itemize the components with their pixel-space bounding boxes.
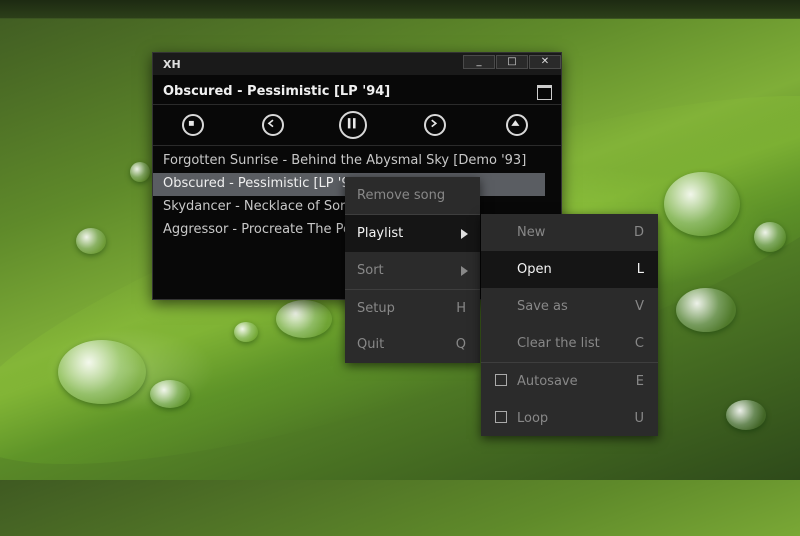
shortcut-key: D: [633, 225, 644, 240]
menu-item-setup[interactable]: Setup H: [345, 290, 480, 327]
mini-mode-icon[interactable]: [537, 85, 552, 100]
shortcut-key: H: [456, 301, 466, 316]
eject-icon: [511, 120, 520, 126]
submenu-item-open[interactable]: Open L: [481, 251, 658, 288]
menu-item-label: Open: [517, 262, 552, 277]
submenu-item-autosave[interactable]: Autosave E: [481, 363, 658, 400]
water-drop: [276, 300, 332, 338]
water-drop: [150, 380, 190, 408]
shortcut-key: V: [635, 299, 644, 314]
menu-item-label: Setup: [357, 301, 395, 316]
stop-icon: [188, 120, 194, 126]
app-name: XH: [163, 58, 181, 71]
stop-button[interactable]: [182, 114, 204, 136]
submenu-arrow-icon: [461, 266, 468, 276]
menu-item-sort[interactable]: Sort: [345, 252, 480, 289]
water-drop: [76, 228, 106, 254]
menu-item-remove-song[interactable]: Remove song: [345, 177, 480, 214]
next-icon: [431, 119, 438, 128]
menu-item-label: Loop: [517, 411, 549, 426]
title-bar[interactable]: XH _ □ ✕: [153, 53, 561, 75]
menu-item-label: Quit: [357, 337, 385, 352]
pause-button[interactable]: [339, 111, 367, 139]
water-drop: [58, 340, 146, 404]
previous-icon: [267, 119, 274, 128]
water-drop: [664, 172, 740, 236]
loop-checkbox[interactable]: [495, 411, 507, 423]
menu-item-label: Playlist: [357, 226, 404, 241]
minimize-button[interactable]: _: [463, 55, 495, 69]
next-button[interactable]: [424, 114, 446, 136]
submenu-item-new[interactable]: New D: [481, 214, 658, 251]
water-drop: [234, 322, 258, 342]
divider: [153, 104, 561, 105]
menu-item-label: New: [517, 225, 546, 240]
close-button[interactable]: ✕: [529, 55, 561, 69]
menu-item-label: Save as: [517, 299, 568, 314]
menu-item-label: Autosave: [517, 374, 578, 389]
shortcut-key: L: [636, 262, 644, 277]
divider: [153, 145, 561, 146]
playlist-submenu: New D Open L Save as V Clear the list C …: [481, 214, 658, 436]
water-drop: [726, 400, 766, 430]
submenu-item-loop[interactable]: Loop U: [481, 400, 658, 437]
now-playing-title: Obscured - Pessimistic [LP '94]: [163, 84, 391, 99]
water-drop: [676, 288, 736, 332]
menu-item-playlist[interactable]: Playlist: [345, 215, 480, 252]
context-menu: Remove song Playlist Sort Setup H Quit Q: [345, 177, 480, 363]
pause-icon: [347, 118, 356, 129]
submenu-arrow-icon: [461, 229, 468, 239]
water-drop: [130, 162, 150, 182]
water-drop: [754, 222, 786, 252]
submenu-item-clear-list[interactable]: Clear the list C: [481, 325, 658, 362]
menu-item-quit[interactable]: Quit Q: [345, 326, 480, 363]
eject-button[interactable]: [506, 114, 528, 136]
shortcut-key: Q: [455, 337, 466, 352]
maximize-button[interactable]: □: [496, 55, 528, 69]
desktop-top-panel: [0, 0, 800, 19]
playlist-track[interactable]: Forgotten Sunrise - Behind the Abysmal S…: [153, 150, 547, 173]
menu-item-label: Remove song: [357, 188, 446, 203]
submenu-item-save-as[interactable]: Save as V: [481, 288, 658, 325]
autosave-checkbox[interactable]: [495, 374, 507, 386]
previous-button[interactable]: [262, 114, 284, 136]
shortcut-key: C: [634, 336, 644, 351]
menu-item-label: Clear the list: [517, 336, 600, 351]
menu-item-label: Sort: [357, 263, 384, 278]
shortcut-key: U: [634, 411, 644, 426]
shortcut-key: E: [635, 374, 644, 389]
